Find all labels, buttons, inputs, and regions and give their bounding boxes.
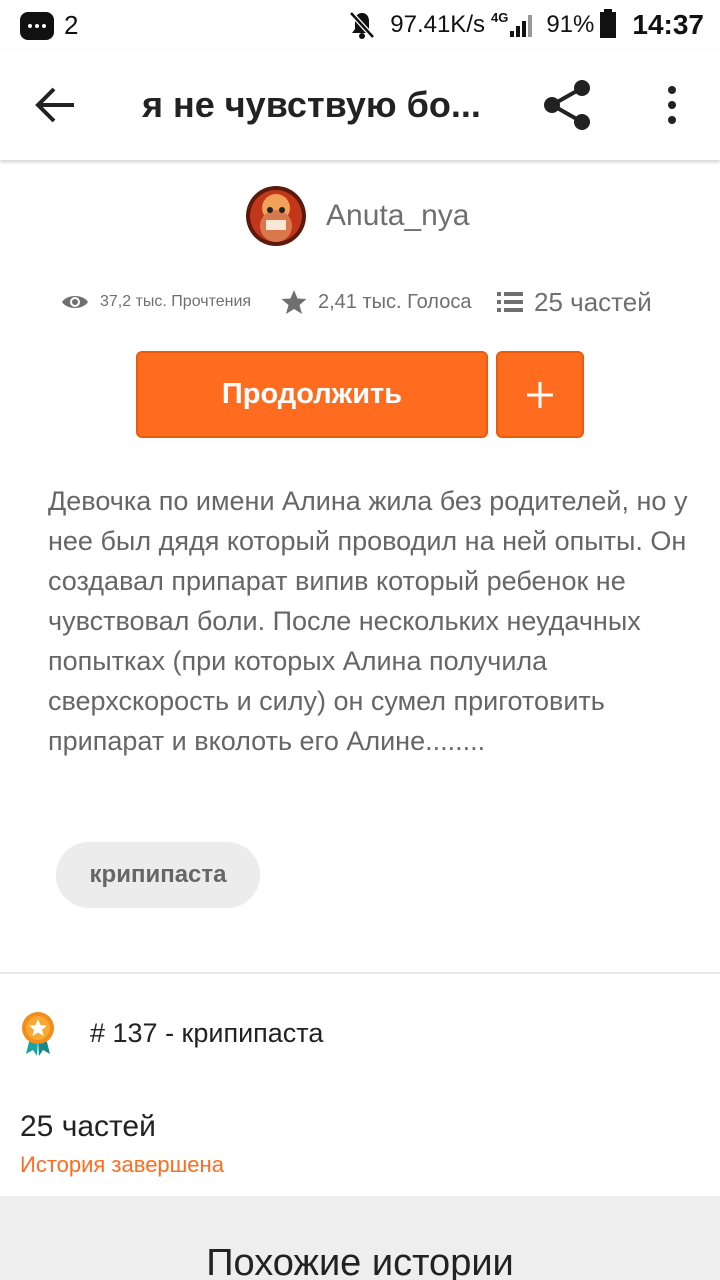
parts-count-label: 25 частей [534, 286, 652, 317]
message-notification-icon [20, 11, 54, 40]
clock: 14:37 [632, 9, 704, 40]
share-icon[interactable] [540, 78, 594, 132]
battery-icon [600, 9, 617, 38]
reads-stat: 37,2 тыс. Прочтения [60, 282, 251, 322]
story-title: я не чувствую бо... [142, 84, 481, 125]
more-vert-icon[interactable] [655, 83, 689, 127]
parts-count: 25 частей [20, 1110, 156, 1143]
tag-chip[interactable]: крипипаста [56, 842, 260, 908]
avatar[interactable] [246, 186, 306, 246]
back-arrow-icon[interactable] [30, 83, 80, 127]
network-speed: 97.41K/s [390, 11, 485, 38]
story-description: Девочка по имени Алина жила без родителе… [48, 486, 688, 756]
ranking-badge-icon [22, 1012, 54, 1056]
story-stats: 37,2 тыс. Прочтения 2,41 тыс. Голоса 25 … [60, 282, 680, 322]
similar-stories-section: Похожие истории [0, 1196, 720, 1280]
list-icon [497, 292, 523, 312]
divider [0, 972, 720, 974]
add-to-library-button[interactable] [496, 351, 584, 438]
continue-reading-button[interactable]: Продолжить [136, 351, 488, 438]
network-type: 4G [490, 9, 509, 25]
votes-stat: 2,41 тыс. Голоса [280, 282, 471, 322]
status-left: 2 [20, 10, 78, 41]
ranking-row[interactable]: # 137 - крипипаста [20, 1008, 700, 1058]
votes-count: 2,41 тыс. Голоса [318, 290, 472, 313]
battery-percent: 91% [546, 11, 595, 38]
eye-icon [62, 296, 88, 308]
plus-icon [527, 381, 553, 408]
star-icon [281, 290, 307, 314]
bell-muted-icon [349, 11, 376, 39]
signal-icon [510, 15, 533, 37]
notification-count: 2 [64, 10, 79, 40]
similar-stories-title: Похожие истории [206, 1242, 514, 1280]
ranking-text: # 137 - крипипаста [90, 1017, 324, 1048]
toolbar: я не чувствую бо... [0, 50, 720, 160]
completion-status: История завершена [20, 1152, 224, 1177]
author-name[interactable]: Anuta_nya [326, 199, 469, 233]
parts-stat[interactable]: 25 частей [496, 282, 652, 322]
reads-count: 37,2 тыс. Прочтения [100, 293, 252, 310]
status-bar: 2 97.41K/s 4G 91% 14:37 [0, 0, 720, 50]
author-row[interactable]: Anuta_nya [246, 186, 469, 246]
status-right: 97.41K/s 4G 91% 14:37 [348, 8, 704, 42]
